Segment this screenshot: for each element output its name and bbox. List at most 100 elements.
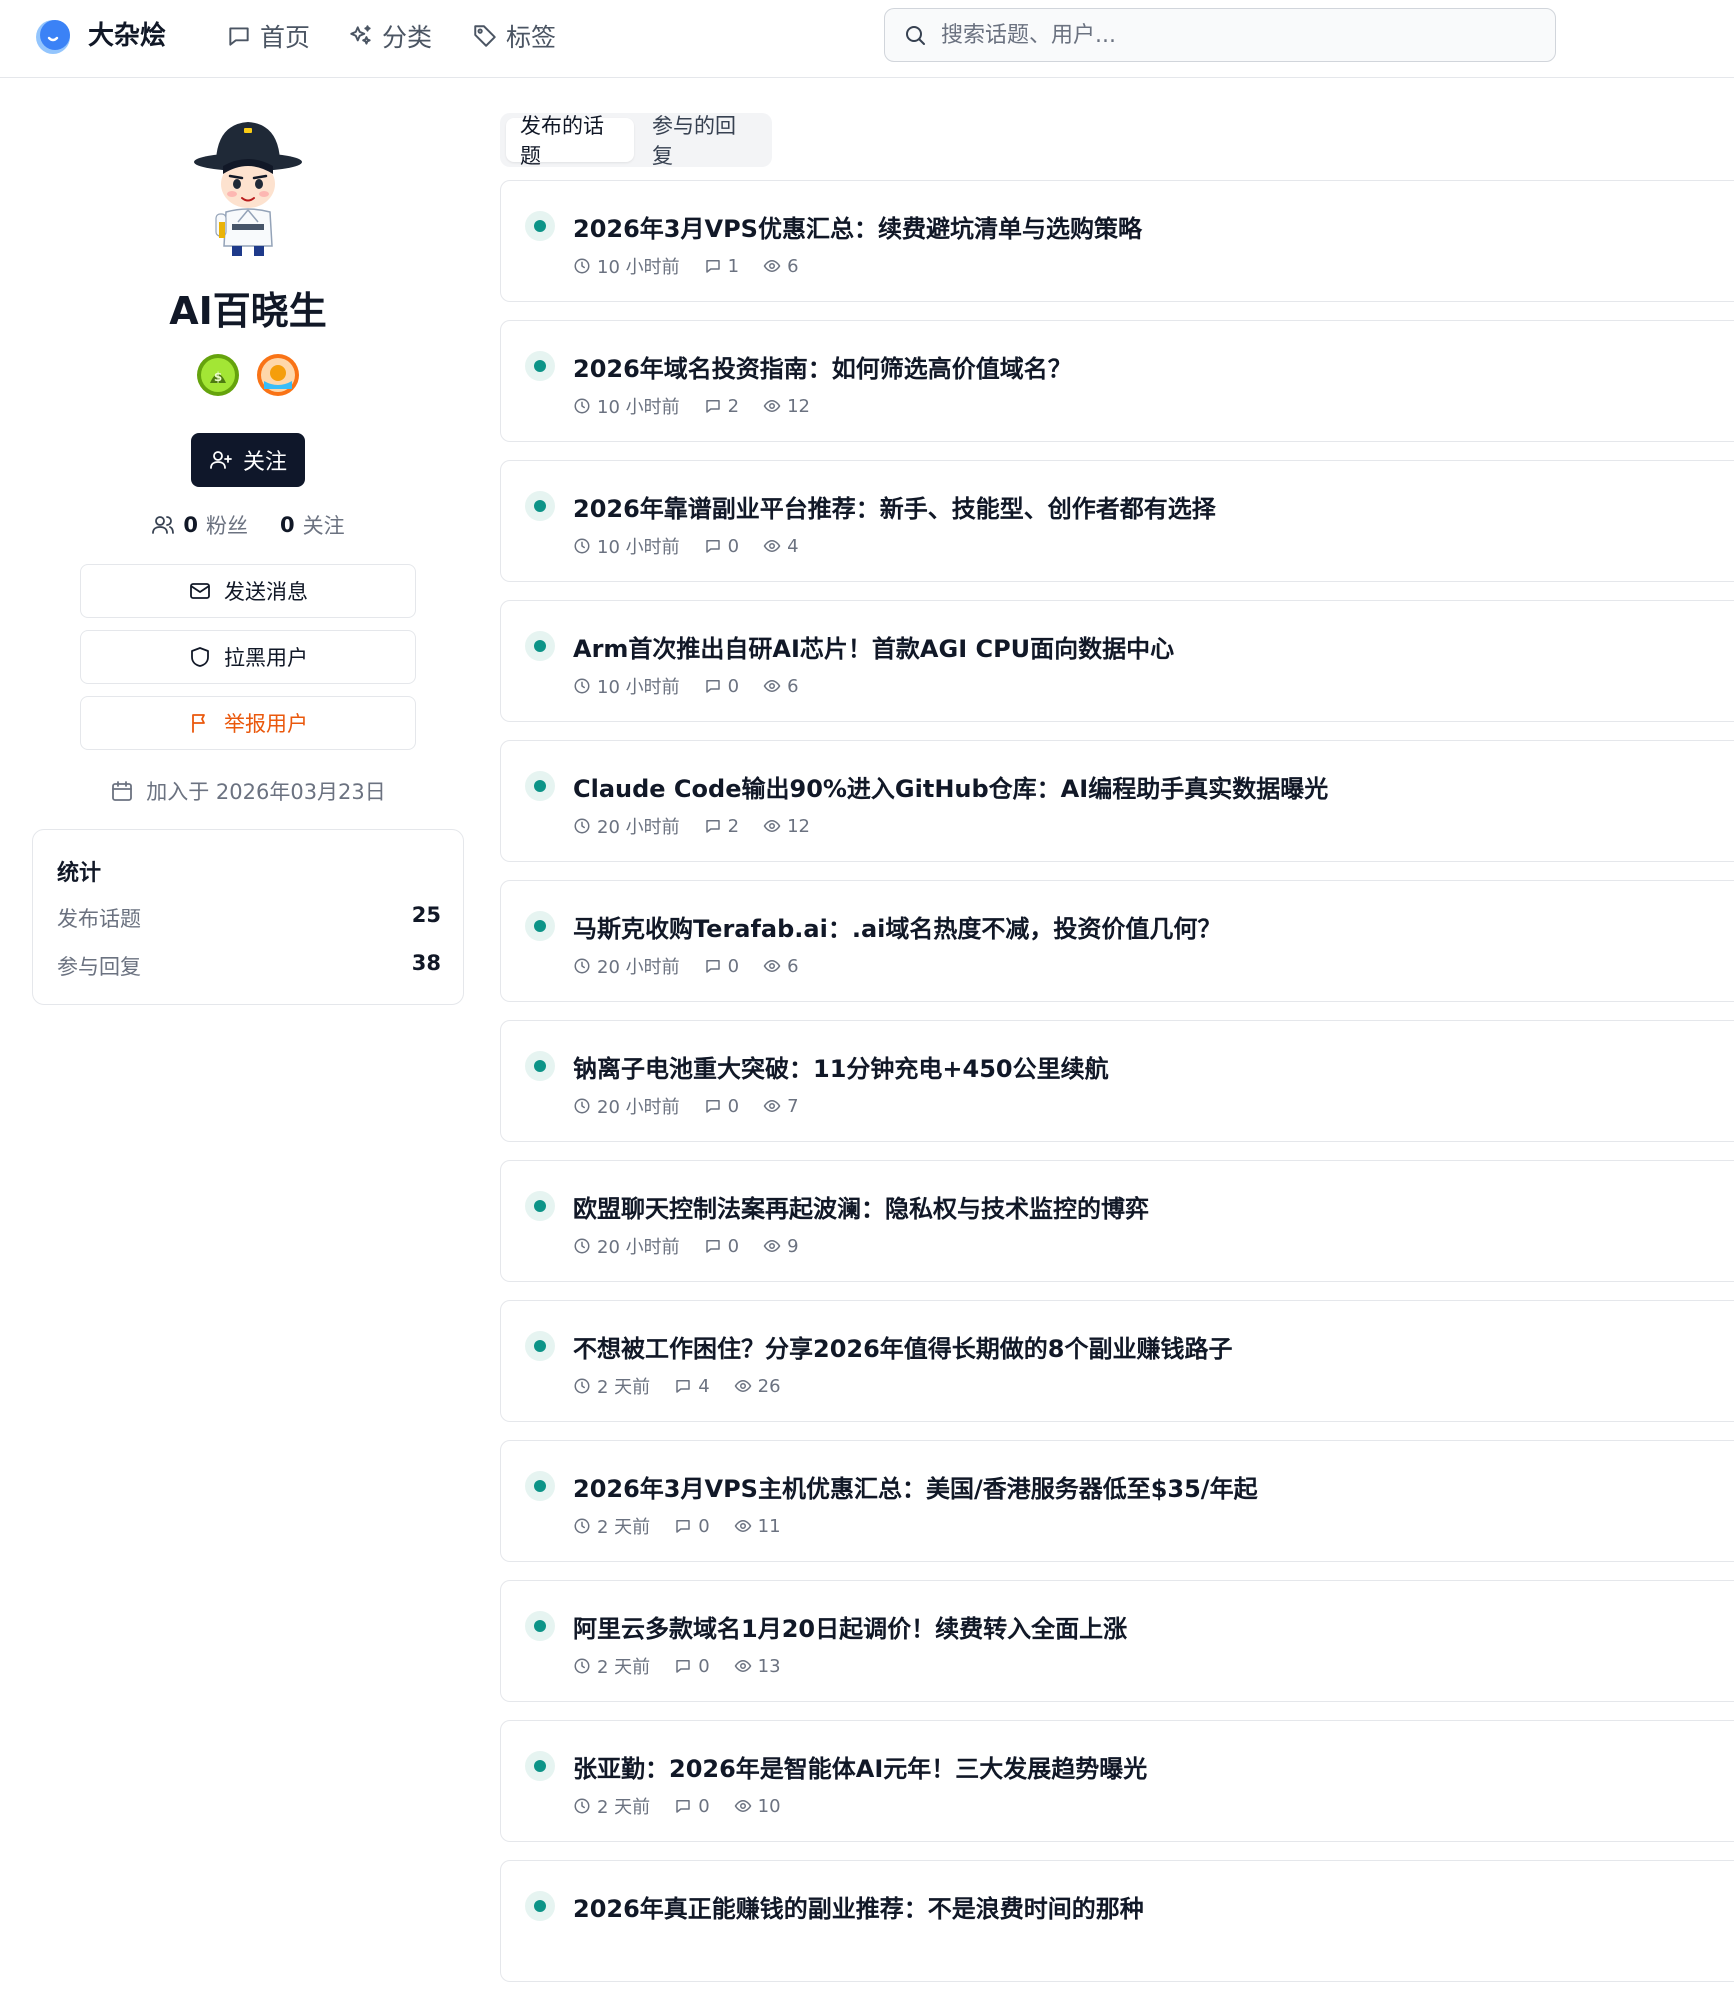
topic-list: 2026年3月VPS优惠汇总：续费避坑清单与选购策略 10 小时前 1 6 2026年域… (500, 180, 1734, 2000)
nav-home[interactable]: 首页 (226, 18, 310, 54)
topic-reply-count: 0 (727, 1095, 740, 1117)
tab-published-topics[interactable]: 发布的话题 (506, 114, 634, 168)
followers-count[interactable]: 0 (183, 513, 198, 537)
clock-icon (574, 1378, 590, 1394)
topic-reply-count: 2 (727, 815, 740, 837)
topic-meta: 10 小时前 0 4 (573, 533, 799, 559)
topic-reply-count: 0 (698, 1655, 710, 1677)
topic-title[interactable]: 2026年真正能赚钱的副业推荐：不是浪费时间的那种 (573, 1889, 1144, 1924)
topic-item[interactable]: 欧盟聊天控制法案再起波澜：隐私权与技术监控的博弈 20 小时前 0 9 (500, 1160, 1734, 1282)
topic-time: 20 小时前 (597, 817, 680, 838)
topic-item[interactable]: 2026年3月VPS优惠汇总：续费避坑清单与选购策略 10 小时前 1 6 (500, 180, 1734, 302)
comment-icon (676, 1520, 690, 1533)
top-navbar: 大杂烩 首页 分类 标签 (0, 0, 1734, 78)
topic-item[interactable]: Arm首次推出自研AI芯片！首款AGI CPU面向数据中心 10 小时前 0 6 (500, 600, 1734, 722)
user-plus-icon (210, 451, 232, 469)
report-user-button[interactable]: 举报用户 (80, 696, 416, 750)
topic-meta: 2 天前 4 26 (573, 1373, 781, 1399)
topic-view-count: 7 (787, 1095, 799, 1117)
topic-item[interactable]: 2026年真正能赚钱的副业推荐：不是浪费时间的那种 (500, 1860, 1734, 1982)
topic-meta: 20 小时前 0 7 (573, 1093, 799, 1119)
topic-status-icon (525, 1611, 555, 1641)
block-user-button[interactable]: 拉黑用户 (80, 630, 416, 684)
topic-title[interactable]: 不想被工作困住？分享2026年值得长期做的8个副业赚钱路子 (573, 1329, 1233, 1364)
follow-button[interactable]: 关注 (191, 433, 305, 487)
topic-title[interactable]: 张亚勤：2026年是智能体AI元年！三大发展趋势曝光 (573, 1749, 1147, 1784)
topic-status-icon (525, 1191, 555, 1221)
topic-time: 2 天前 (597, 1377, 651, 1398)
topic-item[interactable]: 不想被工作困住？分享2026年值得长期做的8个副业赚钱路子 2 天前 4 26 (500, 1300, 1734, 1422)
calendar-icon (112, 781, 133, 801)
topic-title[interactable]: 2026年3月VPS主机优惠汇总：美国/香港服务器低至$35/年起 (573, 1469, 1258, 1504)
topic-time: 20 小时前 (597, 957, 680, 978)
stats-replies-value: 38 (411, 951, 441, 975)
topic-title[interactable]: Claude Code输出90%进入GitHub仓库：AI编程助手真实数据曝光 (573, 769, 1328, 804)
comment-icon (705, 960, 720, 973)
eye-icon (763, 399, 781, 413)
topic-status-icon (525, 1471, 555, 1501)
topic-view-count: 4 (787, 535, 799, 557)
topic-view-count: 6 (787, 255, 799, 277)
topic-time: 20 小时前 (597, 1237, 680, 1258)
topic-time: 10 小时前 (597, 537, 680, 558)
topic-time: 10 小时前 (597, 257, 680, 278)
topic-time: 2 天前 (597, 1657, 651, 1678)
clock-icon (574, 1658, 590, 1674)
topic-title[interactable]: 阿里云多款域名1月20日起调价！续费转入全面上涨 (573, 1609, 1127, 1644)
topic-status-icon (525, 491, 555, 521)
stats-topics-label: 发布话题 (57, 907, 141, 931)
comment-icon (676, 1800, 690, 1813)
topic-title[interactable]: 欧盟聊天控制法案再起波澜：隐私权与技术监控的博弈 (573, 1189, 1149, 1224)
topic-title[interactable]: 钠离子电池重大突破：11分钟充电+450公里续航 (573, 1049, 1109, 1084)
topic-reply-count: 0 (727, 535, 740, 557)
comment-icon (705, 400, 720, 413)
clock-icon (574, 258, 590, 274)
nav-categories[interactable]: 分类 (348, 18, 432, 54)
topic-meta: 10 小时前 1 6 (573, 253, 799, 279)
topic-title[interactable]: 2026年域名投资指南：如何筛选高价值域名？ (573, 349, 1072, 384)
topic-status-icon (525, 211, 555, 241)
eye-icon (763, 539, 781, 553)
eye-icon (763, 819, 781, 833)
topic-item[interactable]: 钠离子电池重大突破：11分钟充电+450公里续航 20 小时前 0 7 (500, 1020, 1734, 1142)
topic-item[interactable]: Claude Code输出90%进入GitHub仓库：AI编程助手真实数据曝光 2… (500, 740, 1734, 862)
topic-title[interactable]: 2026年靠谱副业平台推荐：新手、技能型、创作者都有选择 (573, 489, 1216, 524)
topic-item[interactable]: 马斯克收购Terafab.ai：.ai域名热度不减，投资价值几何？ 20 小时前 0… (500, 880, 1734, 1002)
topic-item[interactable]: 2026年域名投资指南：如何筛选高价值域名？ 10 小时前 2 12 (500, 320, 1734, 442)
following-count[interactable]: 0 (280, 513, 295, 537)
topic-status-icon (525, 1051, 555, 1081)
send-message-button[interactable]: 发送消息 (80, 564, 416, 618)
tab-replies[interactable]: 参与的回复 (638, 114, 766, 168)
join-date: 加入于 2026年03月23日 (0, 776, 496, 806)
clock-icon (574, 818, 590, 834)
follow-stats: 0 粉丝 0 关注 (0, 510, 496, 540)
topic-reply-count: 0 (727, 675, 740, 697)
search-box[interactable] (884, 8, 1556, 62)
money-bag-badge-icon[interactable]: $ (196, 353, 240, 397)
user-avatar (194, 122, 302, 256)
topic-title[interactable]: Arm首次推出自研AI芯片！首款AGI CPU面向数据中心 (573, 629, 1174, 664)
search-input[interactable] (941, 22, 1501, 48)
topic-item[interactable]: 2026年3月VPS主机优惠汇总：美国/香港服务器低至$35/年起 2 天前 0 11 (500, 1440, 1734, 1562)
profile-username: AI百晓生 (169, 289, 327, 333)
topic-reply-count: 2 (727, 395, 740, 417)
sunrise-badge-icon[interactable] (256, 353, 300, 397)
nav-tags[interactable]: 标签 (472, 18, 556, 54)
sparkles-icon (350, 25, 371, 45)
eye-icon (763, 959, 781, 973)
users-icon (152, 516, 175, 534)
topic-view-count: 12 (787, 395, 810, 417)
topic-item[interactable]: 阿里云多款域名1月20日起调价！续费转入全面上涨 2 天前 0 13 (500, 1580, 1734, 1702)
topic-meta: 20 小时前 0 6 (573, 953, 799, 979)
eye-icon (763, 679, 781, 693)
topic-time: 10 小时前 (597, 677, 680, 698)
following-label[interactable]: 关注 (303, 510, 345, 540)
site-brand[interactable]: 大杂烩 (88, 18, 166, 54)
topic-item[interactable]: 张亚勤：2026年是智能体AI元年！三大发展趋势曝光 2 天前 0 10 (500, 1720, 1734, 1842)
topic-item[interactable]: 2026年靠谱副业平台推荐：新手、技能型、创作者都有选择 10 小时前 0 4 (500, 460, 1734, 582)
topic-title[interactable]: 马斯克收购Terafab.ai：.ai域名热度不减，投资价值几何？ (573, 909, 1221, 944)
followers-label[interactable]: 粉丝 (206, 510, 248, 540)
logo-icon[interactable] (33, 16, 73, 56)
topic-title[interactable]: 2026年3月VPS优惠汇总：续费避坑清单与选购策略 (573, 209, 1142, 244)
topic-reply-count: 4 (698, 1375, 710, 1397)
